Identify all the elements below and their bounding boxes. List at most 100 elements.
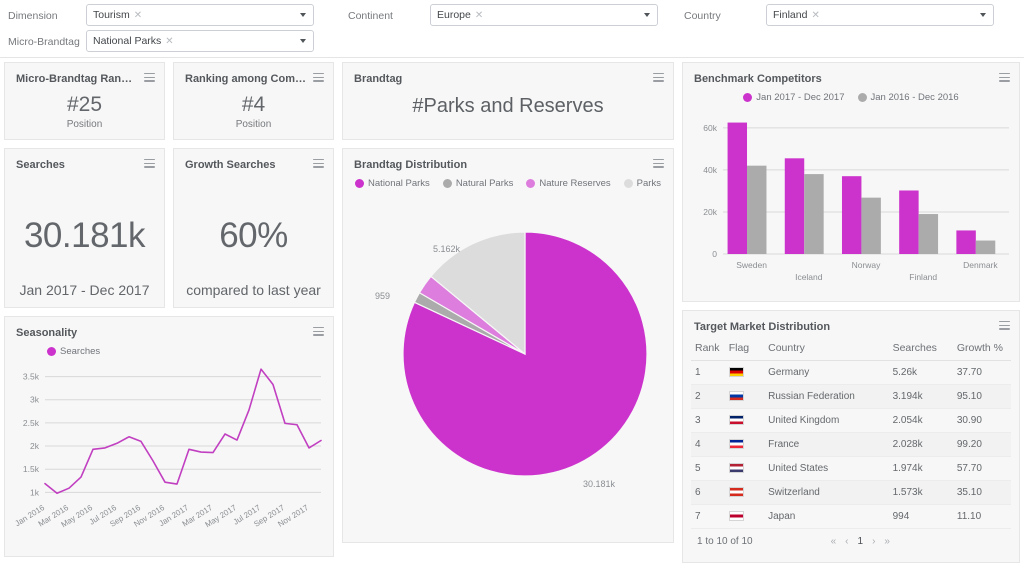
cell-flag: [724, 384, 765, 409]
filter-group-continent: Continent Europe ✕: [348, 4, 658, 30]
legend-label: National Parks: [368, 178, 430, 189]
card-title: Target Market Distribution: [694, 321, 831, 333]
dimension-select[interactable]: Tourism ✕: [86, 4, 314, 26]
dimension-remove-icon[interactable]: ✕: [134, 10, 142, 21]
card-title: Ranking among Competito...: [185, 73, 333, 85]
menu-icon[interactable]: [999, 73, 1010, 82]
pager-button[interactable]: »: [884, 536, 890, 547]
filter-group-left: Dimension Tourism ✕ Micro-Brandtag Natio…: [8, 4, 314, 56]
legend-item-national-parks[interactable]: National Parks: [355, 178, 430, 189]
legend-item-searches[interactable]: Searches: [47, 346, 100, 357]
table-row[interactable]: 2 Russian Federation 3.194k 95.10: [691, 384, 1011, 409]
menu-icon[interactable]: [313, 327, 324, 336]
cell-rank: 4: [691, 432, 725, 457]
bar[interactable]: [918, 214, 939, 254]
pager-button[interactable]: 1: [858, 536, 864, 547]
dimension-label: Dimension: [8, 10, 58, 22]
pager-button[interactable]: «: [831, 536, 837, 547]
y-axis-tick-label: 2.5k: [23, 418, 40, 428]
country-remove-icon[interactable]: ✕: [811, 10, 819, 21]
bar[interactable]: [899, 190, 919, 254]
continent-remove-icon[interactable]: ✕: [475, 10, 483, 21]
y-axis-tick-label: 3.5k: [23, 372, 40, 382]
menu-icon[interactable]: [313, 73, 324, 82]
menu-icon[interactable]: [653, 159, 664, 168]
table-column-header[interactable]: Country: [764, 338, 889, 361]
card-micro-brandtag-ranking: Micro-Brandtag Ranking ... #25 Position: [4, 62, 165, 140]
bar[interactable]: [747, 165, 767, 254]
flag-icon: [728, 439, 744, 450]
legend-item-parks[interactable]: Parks: [623, 178, 661, 189]
x-axis-tick-label: Finland: [909, 272, 937, 282]
cell-flag: [724, 360, 765, 385]
kpi-value: 30.181k: [23, 216, 146, 255]
kpi-subtitle: Position: [66, 119, 103, 130]
x-axis-tick-label: Sweden: [736, 260, 767, 270]
cell-rank: 2: [691, 384, 725, 409]
line-series[interactable]: [44, 368, 322, 495]
cell-rank: 3: [691, 408, 725, 433]
chevron-down-icon[interactable]: [644, 13, 650, 17]
table-row[interactable]: 7 Japan 994 11.10: [691, 504, 1011, 529]
cell-country: United States: [764, 456, 889, 481]
legend-item-nature-reserves[interactable]: Nature Reserves: [526, 178, 611, 189]
cell-growth: 95.10: [952, 384, 1011, 409]
chevron-down-icon[interactable]: [980, 13, 986, 17]
menu-icon[interactable]: [653, 73, 664, 82]
pager-button[interactable]: ‹: [845, 536, 848, 547]
menu-icon[interactable]: [144, 159, 155, 168]
chevron-down-icon[interactable]: [300, 39, 306, 43]
pager-button[interactable]: ›: [872, 536, 875, 547]
filter-bar: Dimension Tourism ✕ Micro-Brandtag Natio…: [0, 0, 1024, 58]
table-column-header[interactable]: Rank: [691, 338, 725, 361]
table-column-header[interactable]: Searches: [888, 338, 953, 361]
bar[interactable]: [841, 176, 862, 254]
cell-flag: [724, 408, 765, 433]
card-title: Brandtag: [354, 73, 403, 85]
legend-item-natural-parks[interactable]: Natural Parks: [442, 178, 513, 189]
micro-brandtag-select[interactable]: National Parks ✕: [86, 30, 314, 52]
country-value: Finland: [773, 9, 808, 21]
table-row[interactable]: 3 United Kingdom 2.054k 30.90: [691, 408, 1011, 433]
bar[interactable]: [956, 230, 976, 254]
table-footer: 1 to 10 of 10 « ‹ 1 › »: [691, 529, 1011, 547]
micro-brandtag-remove-icon[interactable]: ✕: [165, 36, 173, 47]
pagination[interactable]: « ‹ 1 › »: [831, 536, 890, 547]
bar[interactable]: [804, 174, 824, 254]
legend-swatch: [47, 347, 56, 356]
pie-legend: National Parks Natural Parks Nature Reserv…: [343, 172, 673, 189]
bar[interactable]: [784, 158, 805, 254]
card-brandtag-distribution: Brandtag Distribution National Parks Natu…: [342, 148, 674, 543]
country-select[interactable]: Finland ✕: [766, 4, 994, 26]
bar[interactable]: [861, 197, 881, 254]
legend-swatch: [442, 179, 452, 188]
benchmark-legend: Jan 2017 - Dec 2017 Jan 2016 - Dec 2016: [683, 86, 1019, 103]
kpi-subtitle: compared to last year: [186, 282, 321, 298]
filter-row-dimension: Dimension Tourism ✕: [8, 4, 314, 26]
legend-label: Jan 2016 - Dec 2016: [870, 92, 959, 103]
cell-searches: 1.573k: [888, 480, 953, 505]
y-axis-tick-label: 1k: [30, 487, 40, 497]
menu-icon[interactable]: [999, 321, 1010, 330]
menu-icon[interactable]: [313, 159, 324, 168]
table-row[interactable]: 6 Switzerland 1.573k 35.10: [691, 480, 1011, 505]
table-row[interactable]: 1 Germany 5.26k 37.70: [691, 360, 1011, 385]
legend-label: Jan 2017 - Dec 2017: [756, 92, 845, 103]
legend-item-jan-2016-dec-2016[interactable]: Jan 2016 - Dec 2016: [857, 92, 959, 103]
table-row[interactable]: 5 United States 1.974k 57.70: [691, 456, 1011, 481]
table-column-header[interactable]: Growth %: [952, 338, 1011, 361]
micro-brandtag-label: Micro-Brandtag: [8, 36, 80, 48]
cell-country: United Kingdom: [764, 408, 889, 433]
continent-select[interactable]: Europe ✕: [430, 4, 658, 26]
chevron-down-icon[interactable]: [300, 13, 306, 17]
bar[interactable]: [727, 122, 748, 254]
menu-icon[interactable]: [144, 73, 155, 82]
table-column-header[interactable]: Flag: [724, 338, 765, 361]
card-brandtag: Brandtag #Parks and Reserves: [342, 62, 674, 140]
filter-group-country: Country Finland ✕: [684, 4, 994, 30]
table-row[interactable]: 4 France 2.028k 99.20: [691, 432, 1011, 457]
card-title: Benchmark Competitors: [694, 73, 822, 85]
legend-item-jan-2017-dec-2017[interactable]: Jan 2017 - Dec 2017: [743, 92, 845, 103]
cell-growth: 57.70: [952, 456, 1011, 481]
bar[interactable]: [975, 240, 996, 254]
